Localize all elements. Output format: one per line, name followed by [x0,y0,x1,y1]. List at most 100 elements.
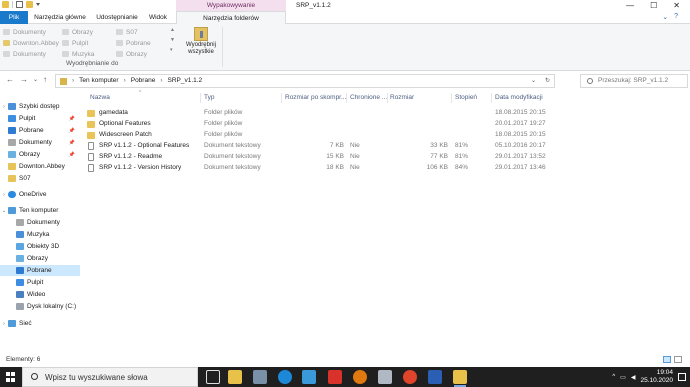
column-header-size[interactable]: Rozmiar [390,94,414,102]
expand-icon[interactable]: › [0,192,8,198]
file-protected: Nie [350,142,360,149]
file-explorer-active-icon[interactable] [453,370,467,387]
target-item[interactable]: Downton.Abbey [3,38,59,48]
table-row[interactable]: Widescreen Patch Folder plików 18.08.201… [84,130,564,140]
properties-icon[interactable] [16,1,23,8]
table-row[interactable]: SRP v1.1.2 - Readme Dokument tekstowy 15… [84,152,564,162]
nav-item-videos[interactable]: Wideo [0,289,80,300]
expand-icon[interactable]: › [0,104,8,110]
tray-overflow-icon[interactable]: ^ [612,374,615,380]
volume-icon[interactable]: ◀ [631,374,636,381]
nav-item-3d-objects[interactable]: Obiekty 3D [0,241,80,252]
forward-arrow-icon[interactable]: → [20,74,28,86]
expand-icon[interactable]: ⌄ [0,208,8,214]
minimize-button[interactable]: — [626,1,634,10]
tab-file[interactable]: Plik [0,11,28,24]
up-arrow-icon[interactable]: ↑ [43,74,47,86]
tab-compressed-tools[interactable]: Narzędzia folderów skompresowanych [176,11,286,35]
view-switcher [663,356,682,363]
column-header-name[interactable]: Nazwa [90,94,110,102]
taskbar-search[interactable]: Wpisz tu wyszukiwane słowa [22,367,198,387]
table-row[interactable]: Optional Features Folder plików 20.01.20… [84,119,564,129]
nav-network[interactable]: › Sieć [0,318,80,329]
quick-access-toolbar [2,1,40,8]
target-item[interactable]: Dokumenty [3,27,59,37]
target-item[interactable]: Muzyka [62,49,94,59]
target-item[interactable]: Dokumenty [3,49,59,59]
file-explorer-icon[interactable] [228,370,242,384]
expand-icon[interactable]: › [0,321,8,327]
table-row[interactable]: SRP v1.1.2 - Version History Dokument te… [84,163,564,173]
nav-this-pc[interactable]: ⌄ Ten komputer [0,205,80,216]
details-view-icon[interactable] [663,356,671,363]
nav-quick-access[interactable]: › Szybki dostęp [0,101,80,112]
address-dropdown-icon[interactable]: ⌄ [531,75,536,87]
media-player-icon[interactable] [353,370,367,384]
navigation-bar: ← → ⌄ ↑ › Ten komputer › Pobrane › SRP_v… [0,71,690,91]
file-type: Dokument tekstowy [204,153,261,160]
gallery-more-icon[interactable]: ▾ [170,47,175,53]
scroll-up-icon[interactable]: ▲ [170,27,175,33]
table-row[interactable]: gamedata Folder plików 18.08.2015 20:15 [84,108,564,118]
edge-icon[interactable] [278,370,292,384]
help-icon[interactable]: ? [674,13,678,21]
nav-item-pictures-pinned[interactable]: Obrazy 📌 [0,149,80,160]
new-folder-icon[interactable] [26,1,33,8]
word-icon[interactable] [428,370,442,384]
clock[interactable]: 19:04 25.10.2020 [640,369,673,385]
nav-item-desktop[interactable]: Pulpit 📌 [0,113,80,124]
windows-start-icon[interactable] [6,372,16,382]
scroll-down-icon[interactable]: ▼ [170,37,175,43]
notification-icon[interactable] [678,373,686,381]
large-icons-view-icon[interactable] [674,356,682,363]
nav-item-pictures[interactable]: Obrazy [0,253,80,264]
chrome-icon[interactable] [403,370,417,384]
nav-item-desktop-pc[interactable]: Pulpit [0,277,80,288]
nav-item-downton-abbey[interactable]: Downton.Abbey [0,161,80,172]
file-size: 33 KB [430,142,448,149]
recent-locations-icon[interactable]: ⌄ [33,74,38,86]
maximize-button[interactable]: ☐ [650,1,657,10]
back-arrow-icon[interactable]: ← [6,74,14,86]
column-header-packed-size[interactable]: Rozmiar po skompr... [285,94,346,102]
table-row[interactable]: SRP v1.1.2 - Optional Features Dokument … [84,141,564,151]
target-item[interactable]: Pobrane [116,38,151,48]
app-icon[interactable] [378,370,392,384]
nav-item-local-disk[interactable]: Dysk lokalny (C:) [0,301,80,312]
column-header-protected[interactable]: Chronione ... [350,94,387,102]
store-icon[interactable] [302,370,316,384]
column-header-ratio[interactable]: Stopień [455,94,477,102]
target-item[interactable]: Pulpit [62,38,94,48]
target-item[interactable]: S07 [116,27,151,37]
close-button[interactable]: ✕ [673,1,680,10]
breadcrumb-current[interactable]: SRP_v1.1.2 [167,75,202,87]
extract-all-button[interactable]: Wyodrębnij wszystkie [183,26,219,63]
nav-item-music[interactable]: Muzyka [0,229,80,240]
pdf-reader-icon[interactable] [328,370,342,384]
task-view-icon[interactable] [206,370,220,384]
tab-share[interactable]: Udostępnianie [92,11,142,24]
extract-targets-col1: Dokumenty Downton.Abbey Dokumenty [3,27,59,59]
network-icon[interactable]: ▭ [620,374,626,381]
nav-item-downloads-pinned[interactable]: Pobrane 📌 [0,125,80,136]
refresh-icon[interactable]: ↻ [545,75,550,87]
tab-view[interactable]: Widok [144,11,172,24]
customize-toolbar-icon[interactable] [36,3,40,6]
address-bar[interactable]: › Ten komputer › Pobrane › SRP_v1.1.2 ⌄ … [55,74,555,88]
nav-onedrive[interactable]: › OneDrive [0,189,80,200]
target-item[interactable]: Obrazy [116,49,151,59]
breadcrumb-downloads[interactable]: Pobrane [131,75,156,87]
nav-item-documents-pinned[interactable]: Dokumenty 📌 [0,137,80,148]
target-item[interactable]: Obrazy [62,27,94,37]
column-header-type[interactable]: Typ [204,94,214,102]
app-icon[interactable] [253,370,267,384]
tab-home[interactable]: Narzędzia główne [32,11,88,24]
breadcrumb-this-pc[interactable]: Ten komputer [79,75,118,87]
cloud-icon [8,191,16,198]
nav-item-downloads[interactable]: Pobrane [0,265,80,276]
nav-item-documents[interactable]: Dokumenty [0,217,80,228]
collapse-ribbon-icon[interactable]: ⌄ [662,13,668,21]
search-box[interactable]: Przeszukaj: SRP_v1.1.2 [580,74,688,88]
nav-item-s07[interactable]: S07 [0,173,80,184]
column-header-modified[interactable]: Data modyfikacji [495,94,543,102]
